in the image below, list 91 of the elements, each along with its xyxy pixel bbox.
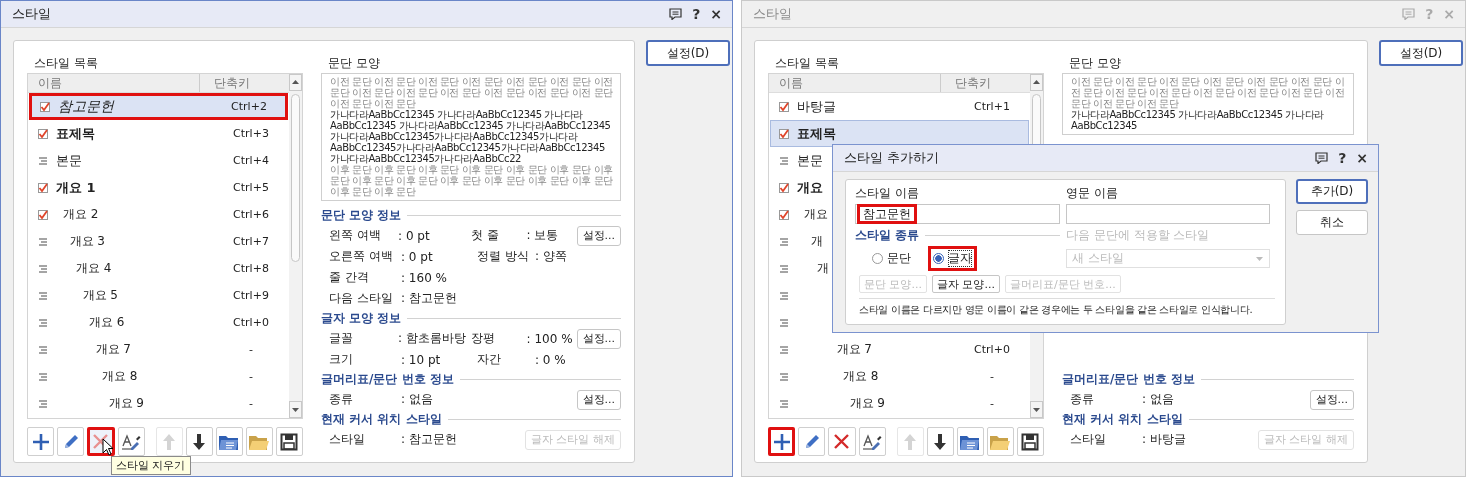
info-label: 첫 줄 xyxy=(470,227,500,244)
window-title: 스타일 xyxy=(12,5,51,23)
style-name: 표제목 xyxy=(56,125,95,141)
info-label: 종류 xyxy=(329,391,354,408)
info-label: 스타일 xyxy=(329,431,366,448)
preview-text: 이전 문단 이전 문단 이전 문단 이전 문단 이전 문단 이전 문단 이전 문단 이전 문단 이전 문단 이전 문단 이전 문단 이전 문단 이전 문단 이전 문단 이전 문단 xyxy=(1071,76,1346,109)
tooltip: 스타일 지우기 xyxy=(111,456,191,475)
style-name: 본문 xyxy=(797,152,823,168)
shortcut-text: Ctrl+7 xyxy=(233,235,269,248)
info-label: 자간 xyxy=(477,351,502,368)
info-value: : 참고문헌 xyxy=(401,431,458,448)
section-heading: 글머리표/문단 번호 정보 xyxy=(321,371,454,388)
info-label: 장평 xyxy=(470,330,496,347)
section-heading: 글자 모양 정보 xyxy=(321,310,402,327)
shortcut-text: Ctrl+9 xyxy=(233,289,269,302)
info-value: : 없음 xyxy=(1142,391,1175,408)
info-label: 오른쪽 여백 xyxy=(329,248,394,265)
info-label: 왼쪽 여백 xyxy=(329,227,382,244)
shortcut-text: Ctrl+3 xyxy=(233,127,269,140)
shortcut-text: - xyxy=(249,397,253,410)
style-name: 바탕글 xyxy=(797,98,836,114)
shortcut-text: - xyxy=(990,370,994,383)
section-heading: 현재 커서 위치 스타일 xyxy=(321,411,442,428)
style-name: 개요 3 xyxy=(69,234,105,248)
style-name: 개요 6 xyxy=(89,315,125,329)
preview-text: 가나다라AaBbCc12345 가나다라AaBbCc12345 가나다라AaBbCc12345 xyxy=(1071,109,1325,131)
info-label: 글꼴 xyxy=(329,330,354,347)
field-label: 영문 이름 xyxy=(1066,185,1119,202)
info-value: : 양쪽 xyxy=(535,248,568,265)
style-name: 개요 9 xyxy=(108,396,144,410)
style-name: 개 xyxy=(810,234,823,248)
shortcut-text: - xyxy=(249,370,253,383)
style-name: 개요 xyxy=(804,207,828,221)
preview-title: 문단 모양 xyxy=(1069,55,1122,72)
info-value: : 0 pt xyxy=(398,228,431,243)
shortcut-text: - xyxy=(990,397,994,410)
info-label: 스타일 xyxy=(1070,431,1107,448)
list-title: 스타일 목록 xyxy=(775,55,840,72)
info-value: : 참고문헌 xyxy=(401,290,458,307)
style-name: 개요 7 xyxy=(95,342,131,356)
style-name: 개 xyxy=(817,261,829,275)
info-value: : 100 % xyxy=(526,331,574,346)
preview-text: 이후 문단 이후 문단 이후 문단 이후 문단 이후 문단 이후 문단 이후 문단 이후 문단 이후 문단 이후 문단 이후 문단 이후 문단 이후 문단 이후 문단 이후 문단 xyxy=(330,164,614,197)
shortcut-text: Ctrl+5 xyxy=(233,181,269,194)
style-name: 개요 xyxy=(797,179,823,195)
style-name: 참고문헌 xyxy=(58,97,114,114)
info-label: 다음 스타일 xyxy=(329,290,394,307)
preview-text: 가나다라AaBbCc12345 가나다라AaBbCc12345 가나다라AaBbCc12345 가나다라AaBbCc12345 가나다라AaBbCc12345 가나다라AaBbCc12345가나다라AaBbCc12345가나다라AaBbCc12345가나다라AaBbCc12345가나다라AaBbCc12345가나다라AaBbCc12345가나다라AaBbCc22 xyxy=(330,109,612,164)
info-value: : 160 % xyxy=(401,270,448,285)
style-name: 개요 8 xyxy=(102,369,138,383)
field-value: 참고문헌 xyxy=(857,204,917,224)
field-label: 다음 문단에 적용할 스타일 xyxy=(1066,226,1211,244)
shortcut-text: Ctrl+0 xyxy=(974,343,1010,356)
style-name: 표제목 xyxy=(797,125,836,141)
section-heading: 글머리표/문단 번호 정보 xyxy=(1062,371,1195,388)
style-name: 개요 2 xyxy=(63,207,99,221)
info-value: : 함초롬바탕 xyxy=(398,330,467,347)
shortcut-text: - xyxy=(249,343,253,356)
info-value: : 보통 xyxy=(526,227,560,244)
shortcut-text: Ctrl+0 xyxy=(233,316,269,329)
preview-title: 문단 모양 xyxy=(328,55,381,72)
info-value: : 0 pt xyxy=(401,249,434,264)
section-heading: 스타일 종류 xyxy=(855,227,920,244)
info-value: : 없음 xyxy=(401,391,434,408)
shortcut-text: Ctrl+6 xyxy=(233,208,269,221)
shortcut-text: Ctrl+4 xyxy=(233,154,269,167)
info-value: : 10 pt xyxy=(401,352,442,367)
style-name: 본문 xyxy=(56,152,82,168)
section-heading: 현재 커서 위치 스타일 xyxy=(1062,411,1183,428)
list-title: 스타일 목록 xyxy=(34,55,99,72)
info-label: 줄 간격 xyxy=(329,269,370,286)
note-text: 스타일 이름은 다르지만 영문 이름이 같은 경우에는 두 스타일을 같은 스타일로 인식합니다. xyxy=(858,303,1253,317)
info-label: 종류 xyxy=(1070,391,1095,408)
style-name: 개요 9 xyxy=(849,396,885,410)
preview-text: 이전 문단 이전 문단 이전 문단 이전 문단 이전 문단 이전 문단 이전 문단 이전 문단 이전 문단 이전 문단 이전 문단 이전 문단 이전 문단 이전 문단 이전 문단 xyxy=(330,76,614,109)
window-title: 스타일 xyxy=(753,5,792,23)
info-value: : 바탕글 xyxy=(1142,431,1187,448)
style-name: 개요 5 xyxy=(82,288,118,302)
info-label: 정렬 방식 xyxy=(477,248,530,265)
style-name: 개요 1 xyxy=(56,179,96,195)
shortcut-text: Ctrl+8 xyxy=(233,262,269,275)
shortcut-text: Ctrl+2 xyxy=(231,100,267,113)
info-value: : 0 % xyxy=(535,352,567,367)
style-name: 개요 8 xyxy=(843,369,879,383)
style-name: 개요 4 xyxy=(76,261,112,275)
info-label: 크기 xyxy=(329,351,354,368)
style-name: 개요 7 xyxy=(836,342,872,356)
section-heading: 문단 모양 정보 xyxy=(321,207,402,224)
window-title: 스타일 추가하기 xyxy=(844,149,940,167)
field-label: 스타일 이름 xyxy=(855,185,920,202)
shortcut-text: Ctrl+1 xyxy=(974,100,1010,113)
